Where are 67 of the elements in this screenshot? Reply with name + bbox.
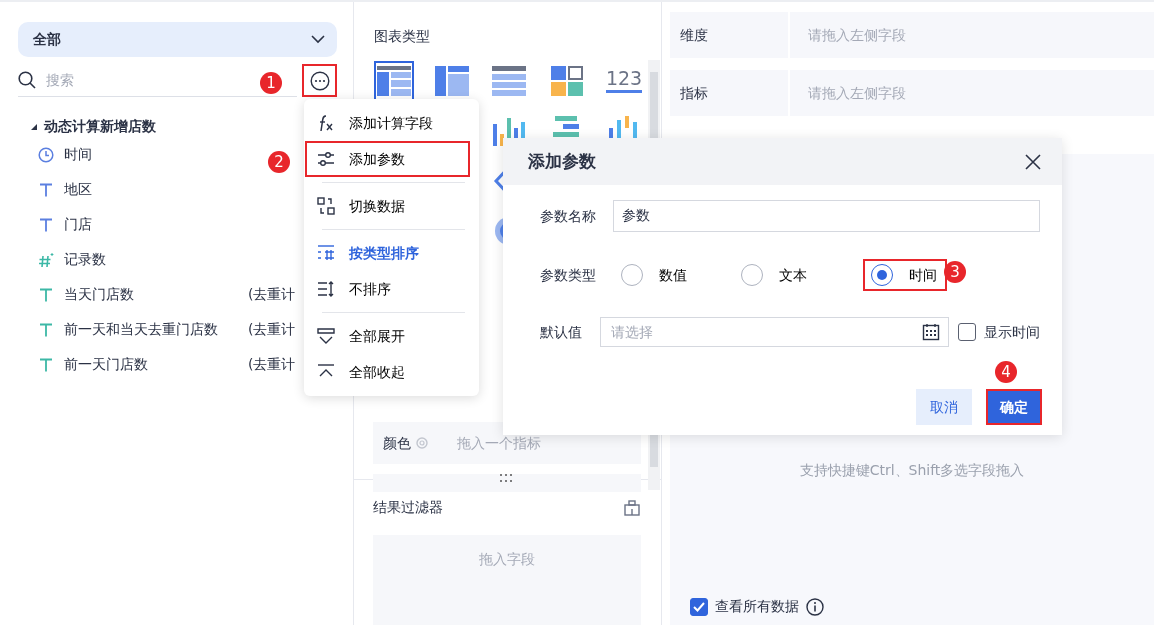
date-picker-field[interactable]: 请选择	[600, 317, 949, 347]
swap-icon	[317, 197, 335, 215]
field-name: 地区	[64, 180, 93, 199]
expand-all-icon	[317, 327, 335, 345]
cancel-button[interactable]: 取消	[916, 389, 972, 425]
text-type-icon	[38, 216, 54, 233]
name-input[interactable]: 参数	[613, 200, 1040, 232]
step-number-badge: 2	[268, 151, 290, 173]
filter-settings-icon[interactable]	[623, 498, 641, 517]
cross-table-icon	[433, 64, 470, 98]
resize-handle-icon[interactable]	[499, 473, 513, 483]
field-label: 默认值	[540, 322, 583, 342]
chevron-down-icon	[311, 35, 325, 44]
text-type-icon	[38, 321, 54, 338]
field-name: 当天门店数	[64, 285, 135, 304]
checkbox-label: 显示时间	[984, 322, 1040, 342]
close-button[interactable]	[1024, 152, 1042, 171]
treemap-icon	[548, 64, 585, 98]
gear-icon	[415, 436, 429, 450]
field-label: 参数类型	[540, 265, 597, 285]
aggregation-label: (去重计	[248, 285, 296, 304]
shelf-label: 指标	[670, 70, 790, 116]
more-icon	[309, 70, 330, 91]
panel-title: 图表类型	[374, 27, 431, 46]
empty-state-hint: 支持快捷键Ctrl、Shift多选字段拖入	[799, 461, 1025, 480]
search-icon	[18, 71, 36, 89]
tree-group-label[interactable]: 动态计算新增店数	[44, 116, 156, 137]
checkbox[interactable]	[690, 597, 708, 616]
radio-option[interactable]: 文本	[733, 259, 817, 291]
field-name: 门店	[64, 215, 93, 234]
field-name: 前一天门店数	[64, 355, 149, 374]
close-icon	[1024, 152, 1042, 171]
fx-icon	[317, 114, 335, 132]
field-name: 记录数	[64, 250, 107, 269]
detail-table-icon	[491, 64, 527, 98]
clock-icon	[38, 146, 54, 163]
field-name: 时间	[64, 145, 93, 164]
sliders-icon	[317, 150, 335, 168]
grouped-table-icon	[376, 64, 412, 98]
check-icon	[693, 601, 705, 612]
shelf-label: 维度	[670, 12, 790, 58]
text-type-icon	[38, 356, 54, 373]
radio-option[interactable]: 时间	[863, 259, 947, 291]
scope-dropdown[interactable]: 全部	[18, 22, 337, 57]
checkbox[interactable]	[958, 323, 976, 341]
checkbox-label: 查看所有数据	[715, 597, 799, 616]
field-label: 参数名称	[540, 206, 597, 226]
sort-type-icon	[317, 244, 335, 262]
text-type-icon	[38, 286, 54, 303]
info-icon[interactable]	[806, 597, 824, 616]
chart-type-option[interactable]	[374, 61, 414, 101]
aggregation-label: (去重计	[248, 320, 296, 339]
confirm-button[interactable]: 确定	[986, 389, 1042, 425]
dialog-title: 添加参数	[528, 149, 596, 173]
field-name: 前一天和当天去重门店数	[64, 320, 219, 339]
step-number-badge: 1	[260, 72, 282, 94]
hash-icon	[38, 251, 54, 268]
more-button[interactable]	[302, 64, 337, 97]
no-sort-icon	[317, 280, 335, 298]
aggregation-label: (去重计	[248, 355, 296, 374]
kpi-chart-option[interactable]: 123	[604, 61, 644, 101]
collapse-triangle-icon[interactable]	[30, 122, 38, 131]
radio-option[interactable]: 数值	[613, 259, 697, 291]
menu-item[interactable]: 添加参数	[305, 141, 470, 177]
text-type-icon	[38, 181, 54, 198]
calendar-icon	[922, 323, 940, 341]
section-title: 结果过滤器	[373, 498, 443, 517]
